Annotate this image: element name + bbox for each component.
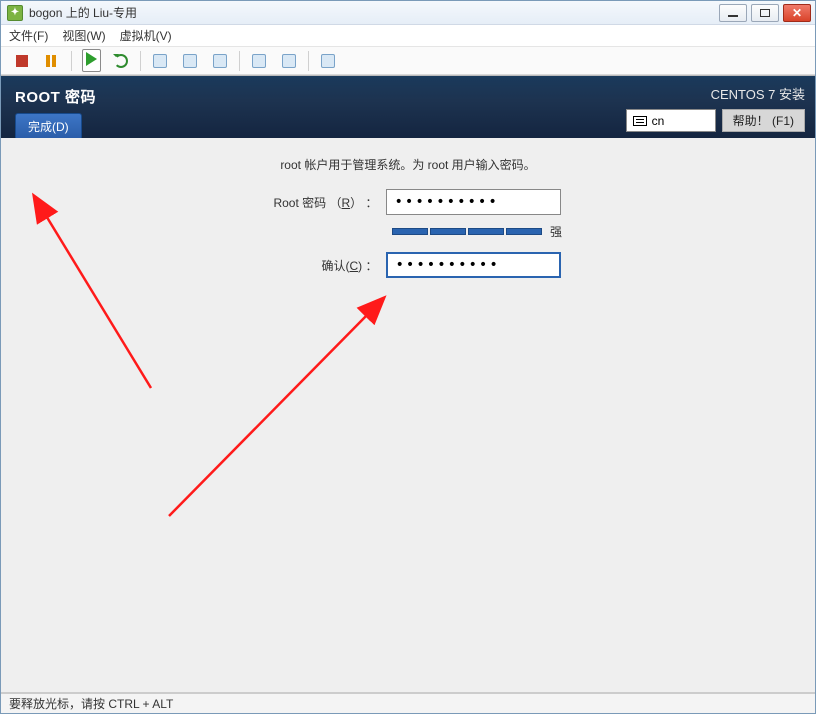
revert-icon — [213, 54, 227, 68]
toolbar — [1, 47, 815, 75]
vsphere-icon: ✦ — [7, 5, 23, 21]
revert-button[interactable] — [206, 49, 234, 73]
help-button-label: 帮助！ (F1) — [733, 114, 794, 128]
root-password-row: Root 密码 （R） ： — [31, 189, 785, 215]
product-label: CENTOS 7 安装 — [711, 84, 805, 103]
instruction-text: root 帐户用于管理系统。为 root 用户输入密码。 — [31, 156, 785, 173]
snapshot-icon — [153, 54, 167, 68]
done-button-label: 完成(D) — [28, 120, 69, 134]
refresh-icon — [114, 54, 128, 68]
vm-guest-display[interactable]: ROOT 密码 完成(D) CENTOS 7 安装 cn 帮助！ (F1) — [1, 75, 815, 713]
separator — [308, 51, 309, 71]
help-button[interactable]: 帮助！ (F1) — [722, 109, 805, 132]
menubar: 文件(F) 视图(W) 虚拟机(V) — [1, 25, 815, 47]
cdrom-button[interactable] — [245, 49, 273, 73]
password-strength-label: 强 — [550, 223, 562, 240]
stop-button[interactable] — [8, 49, 36, 73]
anaconda-header: ROOT 密码 完成(D) CENTOS 7 安装 cn 帮助！ (F1) — [1, 76, 815, 138]
arrow-to-confirm — [169, 313, 369, 516]
snapshot-manager-icon — [183, 54, 197, 68]
page-title: ROOT 密码 — [15, 86, 96, 107]
cdrom-icon — [252, 54, 266, 68]
pause-icon — [46, 55, 58, 67]
arrow-to-done — [45, 214, 151, 388]
snapshot-button[interactable] — [146, 49, 174, 73]
root-password-label: Root 密码 （R） ： — [256, 194, 386, 211]
anaconda-installer: ROOT 密码 完成(D) CENTOS 7 安装 cn 帮助！ (F1) — [1, 76, 815, 693]
password-strength-meter — [392, 228, 542, 235]
menu-vm[interactable]: 虚拟机(V) — [120, 27, 172, 44]
window-title: bogon 上的 Liu-专用 — [29, 4, 719, 21]
vmware-console-window: ✦ bogon 上的 Liu-专用 ✕ 文件(F) 视图(W) 虚拟机(V) — [0, 0, 816, 714]
nic-button[interactable] — [314, 49, 342, 73]
statusbar-text: 要释放光标，请按 CTRL + ALT — [9, 695, 173, 712]
titlebar: ✦ bogon 上的 Liu-专用 ✕ — [1, 1, 815, 25]
confirm-password-label: 确认(C) ： — [256, 257, 386, 274]
floppy-button[interactable] — [275, 49, 303, 73]
pause-button[interactable] — [38, 49, 66, 73]
play-button[interactable] — [77, 49, 105, 73]
separator — [239, 51, 240, 71]
confirm-password-row: 确认(C) ： — [31, 252, 785, 278]
play-icon — [86, 52, 97, 66]
maximize-button[interactable] — [751, 4, 779, 22]
snapshot-manager-button[interactable] — [176, 49, 204, 73]
menu-file[interactable]: 文件(F) — [9, 27, 48, 44]
refresh-button[interactable] — [107, 49, 135, 73]
keyboard-layout-indicator[interactable]: cn — [626, 109, 716, 132]
keyboard-layout-label: cn — [652, 114, 665, 128]
keyboard-icon — [633, 116, 647, 126]
network-icon — [321, 54, 335, 68]
root-password-input[interactable] — [386, 189, 561, 215]
done-button[interactable]: 完成(D) — [15, 113, 82, 140]
separator — [140, 51, 141, 71]
confirm-password-input[interactable] — [386, 252, 561, 278]
annotation-overlay — [1, 138, 801, 698]
minimize-button[interactable] — [719, 4, 747, 22]
close-button[interactable]: ✕ — [783, 4, 811, 22]
window-controls: ✕ — [719, 4, 811, 22]
statusbar: 要释放光标，请按 CTRL + ALT — [1, 693, 815, 713]
stop-icon — [16, 55, 28, 67]
anaconda-body: root 帐户用于管理系统。为 root 用户输入密码。 Root 密码 （R）… — [1, 138, 815, 692]
separator — [71, 51, 72, 71]
menu-view[interactable]: 视图(W) — [62, 27, 105, 44]
floppy-icon — [282, 54, 296, 68]
password-strength-row: 强 — [31, 223, 785, 240]
